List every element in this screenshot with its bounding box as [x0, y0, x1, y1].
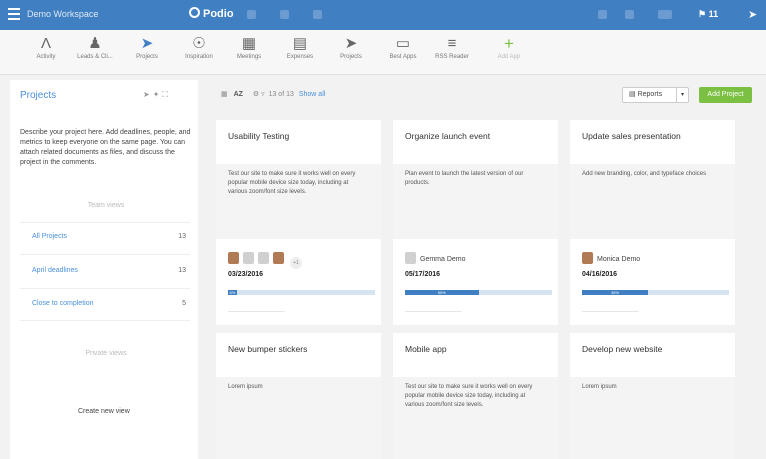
reports-button[interactable]: ▤ Reports ▾ — [622, 87, 689, 103]
divider — [20, 254, 190, 255]
chat-icon[interactable] — [313, 10, 322, 19]
card-meta: ──────────────── — [405, 309, 462, 315]
card-description: Lorem ipsum — [570, 377, 735, 459]
project-card[interactable]: Organize launch event Plan event to laun… — [393, 120, 558, 325]
reports-icon: ▤ — [629, 91, 636, 98]
card-description: Test our site to make sure it works well… — [216, 164, 381, 239]
hamburger-menu-icon[interactable] — [8, 8, 20, 20]
avatar — [258, 252, 269, 264]
globe-icon[interactable] — [280, 10, 289, 19]
progress-fill: 45% — [582, 290, 649, 295]
card-assignee: Gemma Demo — [405, 252, 466, 264]
card-description: Plan event to launch the latest version … — [393, 164, 558, 239]
sort-az-button[interactable]: AZ — [234, 91, 243, 98]
notification-badge[interactable]: ⚑ 11 — [698, 9, 718, 20]
money-icon: ▤ — [292, 35, 308, 52]
card-deadline: 05/17/2016 — [405, 271, 441, 278]
home-icon[interactable] — [247, 10, 256, 19]
app-strip: Λ Activity ♟ Leads & Cli... ➤ Projects ☉… — [0, 30, 766, 75]
card-assignees: +1 — [228, 252, 302, 269]
add-project-button[interactable]: Add Project — [699, 87, 752, 103]
card-deadline: 04/16/2016 — [582, 271, 618, 278]
card-description: Add new branding, color, and typeface ch… — [570, 164, 735, 239]
app-leads-clients[interactable]: ♟ Leads & Cli... — [67, 34, 123, 60]
avatar — [273, 252, 284, 264]
card-title[interactable]: Update sales presentation — [582, 131, 681, 141]
podio-logo[interactable]: Podio — [189, 7, 234, 20]
team-views-heading: Team views — [87, 202, 125, 209]
settings-icon[interactable]: ⚙ — [253, 91, 259, 98]
progress-bar: 6% — [228, 290, 375, 295]
app-rss-reader[interactable]: ≡ RSS Reader — [424, 34, 480, 60]
chevron-down-icon[interactable]: ▾ — [676, 88, 688, 102]
avatar — [243, 252, 254, 264]
card-assignee: Monica Demo — [582, 252, 640, 264]
rocket-icon[interactable]: ➤ — [748, 8, 757, 21]
avatar — [405, 252, 416, 264]
grid-view-icon[interactable]: ▦ — [221, 91, 228, 98]
progress-bar: 45% — [582, 290, 729, 295]
project-card[interactable]: Update sales presentation Add new brandi… — [570, 120, 735, 325]
view-all-projects[interactable]: All Projects 13 — [32, 233, 186, 247]
create-new-view-link[interactable]: Create new view — [78, 408, 130, 415]
app-meetings[interactable]: ▦ Meetings — [221, 34, 277, 60]
workspace-switcher[interactable]: Demo Workspace — [27, 9, 98, 19]
rss-icon: ≡ — [447, 35, 457, 52]
avatar — [582, 252, 593, 264]
add-app-button[interactable]: + Add App — [481, 34, 537, 60]
project-card[interactable]: Mobile app Test our site to make sure it… — [393, 333, 558, 459]
monitor-icon: ▭ — [395, 35, 411, 52]
view-april-deadlines[interactable]: April deadlines 13 — [32, 267, 186, 281]
top-bar: Demo Workspace Podio ⚑ 11 ➤ — [0, 0, 766, 30]
avatar — [228, 252, 239, 264]
card-meta: ──────────────── — [582, 309, 639, 315]
card-description: Lorem ipsum — [216, 377, 381, 459]
app-activity[interactable]: Λ Activity — [18, 34, 74, 60]
card-title[interactable]: Usability Testing — [228, 131, 289, 141]
activity-icon: Λ — [40, 35, 52, 52]
progress-fill: 6% — [228, 290, 237, 295]
card-meta: ──────────────── — [228, 309, 285, 315]
progress-bar: 50% — [405, 290, 552, 295]
sidebar-tool-icons[interactable]: ➤✦⛶ — [143, 90, 171, 100]
plus-icon: + — [504, 34, 514, 53]
project-card[interactable]: New bumper stickers Lorem ipsum — [216, 333, 381, 459]
app-best-apps[interactable]: ▭ Best Apps — [375, 34, 431, 60]
show-all-link[interactable]: Show all — [299, 91, 325, 98]
lightbulb-icon: ☉ — [192, 35, 206, 52]
private-views-heading: Private views — [85, 350, 127, 357]
item-count: 13 of 13 — [268, 91, 294, 98]
card-description: Test our site to make sure it works well… — [393, 377, 558, 459]
bell-icon[interactable] — [598, 10, 607, 19]
person-icon: ♟ — [88, 35, 102, 52]
divider — [20, 222, 190, 223]
card-title[interactable]: Develop new website — [582, 344, 662, 354]
divider — [20, 288, 190, 289]
calendar-icon: ▦ — [241, 35, 257, 52]
app-expenses[interactable]: ▤ Expenses — [272, 34, 328, 60]
contacts-icon[interactable] — [658, 10, 672, 19]
sidebar-title: Projects — [20, 90, 57, 101]
filter-icon[interactable]: ▿ — [261, 91, 265, 98]
more-assignees-badge[interactable]: +1 — [289, 257, 302, 269]
card-deadline: 03/23/2016 — [228, 271, 264, 278]
search-icon[interactable] — [625, 10, 634, 19]
progress-fill: 50% — [405, 290, 479, 295]
project-card[interactable]: Usability Testing Test our site to make … — [216, 120, 381, 325]
card-title[interactable]: Organize launch event — [405, 131, 490, 141]
card-title[interactable]: Mobile app — [405, 344, 447, 354]
divider — [20, 320, 190, 321]
app-inspiration[interactable]: ☉ Inspiration — [171, 34, 227, 60]
paper-plane-icon: ➤ — [344, 35, 358, 52]
app-description: Describe your project here. Add deadline… — [20, 129, 191, 166]
view-close-to-completion[interactable]: Close to completion 5 — [32, 300, 186, 314]
paper-plane-icon: ➤ — [140, 35, 154, 52]
view-toolbar: ▦ AZ ⚙ ▿ 13 of 13 Show all — [221, 90, 325, 98]
project-card[interactable]: Develop new website Lorem ipsum — [570, 333, 735, 459]
app-projects-2[interactable]: ➤ Projects — [323, 34, 379, 60]
card-title[interactable]: New bumper stickers — [228, 344, 307, 354]
app-projects[interactable]: ➤ Projects — [119, 34, 175, 60]
